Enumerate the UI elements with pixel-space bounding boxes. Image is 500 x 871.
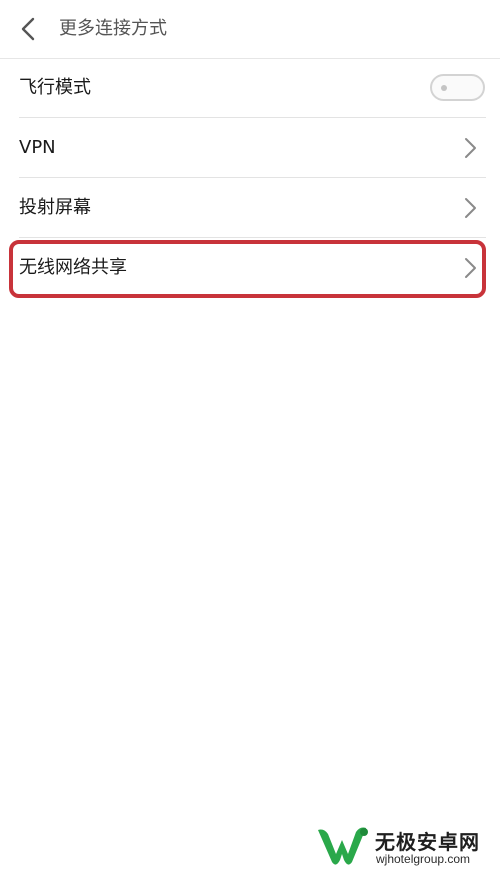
row-label: 无线网络共享 [19, 257, 127, 278]
row-label: 投射屏幕 [19, 197, 91, 218]
settings-row-airplane-mode[interactable]: 飞行模式 [0, 58, 500, 118]
chevron-right-icon [465, 258, 476, 278]
chevron-right-icon [465, 198, 476, 218]
watermark-brand: 无极安卓网 [375, 830, 480, 854]
settings-row-vpn[interactable]: VPN [0, 118, 500, 178]
settings-row-cast-screen[interactable]: 投射屏幕 [0, 178, 500, 238]
app-header: 更多连接方式 [0, 0, 500, 59]
page-title: 更多连接方式 [59, 18, 167, 39]
back-button[interactable] [14, 15, 42, 43]
settings-row-wireless-tethering[interactable]: 无线网络共享 [0, 238, 500, 298]
airplane-mode-toggle[interactable] [430, 74, 485, 101]
chevron-left-icon [21, 17, 35, 41]
watermark: 无极安卓网 wjhotelgroup.com [314, 822, 494, 868]
chevron-right-icon [465, 138, 476, 158]
toggle-knob [441, 85, 447, 91]
row-label: 飞行模式 [19, 77, 91, 98]
watermark-url: wjhotelgroup.com [376, 852, 471, 866]
watermark-logo-icon [318, 827, 368, 865]
row-label: VPN [19, 137, 56, 158]
settings-list: 飞行模式 VPN 投射屏幕 无线网络共享 [0, 58, 500, 298]
